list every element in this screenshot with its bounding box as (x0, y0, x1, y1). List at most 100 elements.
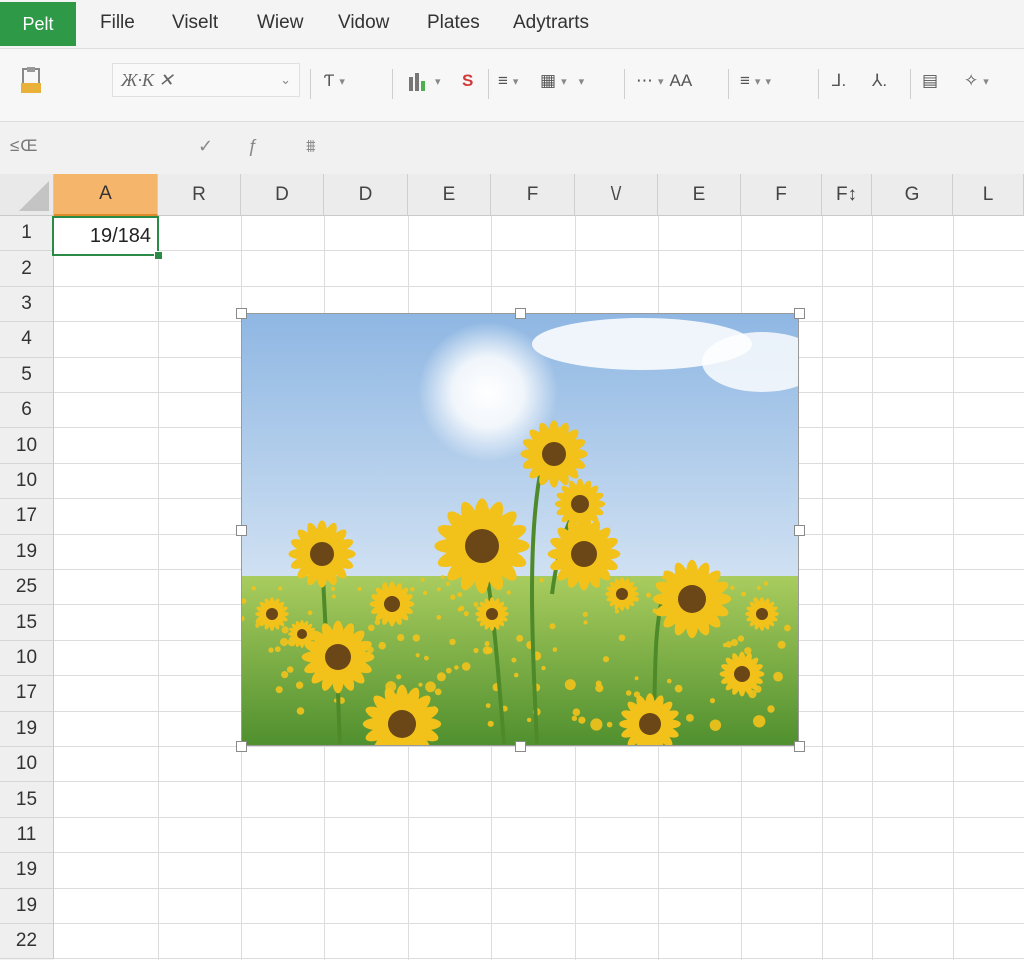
row-header[interactable]: 19 (0, 711, 54, 747)
row-header[interactable]: 5 (0, 357, 54, 393)
table-icon: ▤ (922, 71, 939, 90)
column-header[interactable]: \/ (575, 174, 658, 216)
menu-bar: Pelt Fille Viselt Wiew Vidow Plates Adyt… (0, 0, 1024, 49)
filter-button[interactable]: ⅄. (872, 65, 887, 97)
resize-handle[interactable] (236, 524, 247, 536)
gridline-horizontal (54, 285, 1024, 287)
gridline-horizontal (54, 816, 1024, 818)
row-header[interactable]: 3 (0, 286, 54, 323)
check-icon[interactable]: ✓ (198, 136, 213, 157)
sort-button[interactable]: ⅃. (832, 65, 846, 97)
align-button[interactable]: ≡ ▾ (498, 65, 518, 97)
font-name-value: Ж·К ✕ (121, 69, 174, 90)
fill-handle[interactable] (154, 251, 163, 260)
column-header[interactable]: A (54, 174, 158, 216)
gridline-vertical (822, 216, 823, 960)
resize-handle[interactable] (236, 741, 247, 752)
divider (818, 69, 819, 99)
divider (728, 69, 729, 99)
resize-handle[interactable] (515, 741, 526, 752)
font-color-icon: S (462, 71, 474, 90)
sort-icon: ⅃. (832, 71, 847, 90)
row-header[interactable]: 2 (0, 251, 54, 287)
font-size-icon: Ƭ (324, 71, 335, 90)
active-cell-a1[interactable]: 19/184 (52, 216, 159, 256)
paste-icon[interactable] (18, 65, 48, 97)
sunflower (434, 498, 530, 594)
row-header[interactable]: 19 (0, 534, 54, 570)
sunflower (719, 651, 765, 697)
column-header[interactable]: E (658, 174, 741, 216)
gridline-horizontal (54, 887, 1024, 889)
row-header[interactable]: 10 (0, 463, 54, 500)
column-header[interactable]: F↕ (822, 174, 872, 216)
column-header[interactable]: R (158, 174, 241, 216)
gridline-horizontal (54, 250, 1024, 252)
column-header[interactable]: F (491, 174, 575, 216)
select-all-corner[interactable] (0, 174, 54, 216)
sunflower (605, 577, 639, 611)
menu-view[interactable]: Wiew (257, 12, 303, 34)
app-menu-button[interactable]: Pelt (0, 2, 76, 46)
menu-insert[interactable]: Viselt (172, 12, 218, 34)
row-header[interactable]: 1 (0, 216, 54, 252)
row-header[interactable]: 25 (0, 570, 54, 606)
menu-window[interactable]: Vidow (338, 12, 389, 34)
inserted-picture[interactable] (241, 313, 799, 746)
borders-button[interactable]: ▦ ▾ ▾ (540, 65, 584, 97)
gridline-horizontal (54, 923, 1024, 924)
row-header[interactable]: 19 (0, 888, 54, 924)
sunflower (652, 559, 732, 639)
resize-handle[interactable] (515, 308, 526, 319)
gridline-horizontal (54, 781, 1024, 783)
font-color-button[interactable]: S (462, 65, 473, 97)
formula-edit-icon[interactable]: ⩩ (306, 136, 316, 157)
name-box[interactable]: ≤Œ (10, 136, 38, 156)
sparkle-icon: ✧ (964, 71, 979, 90)
filter-icon: ⅄. (872, 71, 888, 90)
resize-handle[interactable] (794, 741, 805, 752)
row-header[interactable]: 17 (0, 499, 54, 535)
menu-adytrarts[interactable]: Adytrarts (513, 12, 589, 34)
sunflower (288, 520, 356, 588)
chevron-down-icon: ⌄ (280, 72, 291, 87)
row-header[interactable]: 10 (0, 428, 54, 464)
wrap-text-button[interactable]: ≡ ▾ ▾ (740, 65, 771, 97)
gridline-horizontal (54, 958, 1024, 960)
divider (310, 69, 311, 99)
row-header[interactable]: 17 (0, 676, 54, 712)
row-header[interactable]: 10 (0, 747, 54, 783)
font-size-dropdown[interactable]: Ƭ ▾ (324, 65, 345, 97)
number-format-button[interactable]: ⋯ ▾ AA (636, 65, 692, 97)
menu-plates[interactable]: Plates (427, 12, 480, 34)
row-header[interactable]: 6 (0, 393, 54, 429)
column-header[interactable]: D (324, 174, 408, 216)
menu-file[interactable]: Fille (100, 12, 135, 34)
column-header[interactable]: D (241, 174, 324, 216)
function-icon[interactable]: ƒ (248, 136, 258, 157)
chart-insert-button[interactable]: ▾ (406, 65, 441, 97)
column-header[interactable]: G (872, 174, 953, 216)
row-header[interactable]: 4 (0, 322, 54, 358)
row-header[interactable]: 15 (0, 782, 54, 818)
gridline-horizontal (54, 746, 1024, 747)
font-name-dropdown[interactable]: Ж·К ✕ ⌄ (112, 63, 300, 97)
bar-chart-icon (409, 73, 425, 91)
row-header[interactable]: 19 (0, 853, 54, 889)
row-header[interactable]: 10 (0, 640, 54, 677)
resize-handle[interactable] (236, 308, 247, 319)
divider (624, 69, 625, 99)
sunflower (745, 597, 779, 631)
column-header[interactable]: F (741, 174, 822, 216)
resize-handle[interactable] (794, 524, 805, 536)
format-cells-button[interactable]: ▤ (922, 65, 938, 97)
row-header[interactable]: 15 (0, 605, 54, 641)
column-header[interactable]: L (953, 174, 1024, 216)
row-header[interactable]: 11 (0, 817, 54, 854)
more-tools-button[interactable]: ✧ ▾ (964, 65, 989, 97)
column-header[interactable]: E (408, 174, 491, 216)
gridline-vertical (953, 216, 954, 960)
row-header[interactable]: 22 (0, 924, 54, 960)
divider (392, 69, 393, 99)
resize-handle[interactable] (794, 308, 805, 319)
